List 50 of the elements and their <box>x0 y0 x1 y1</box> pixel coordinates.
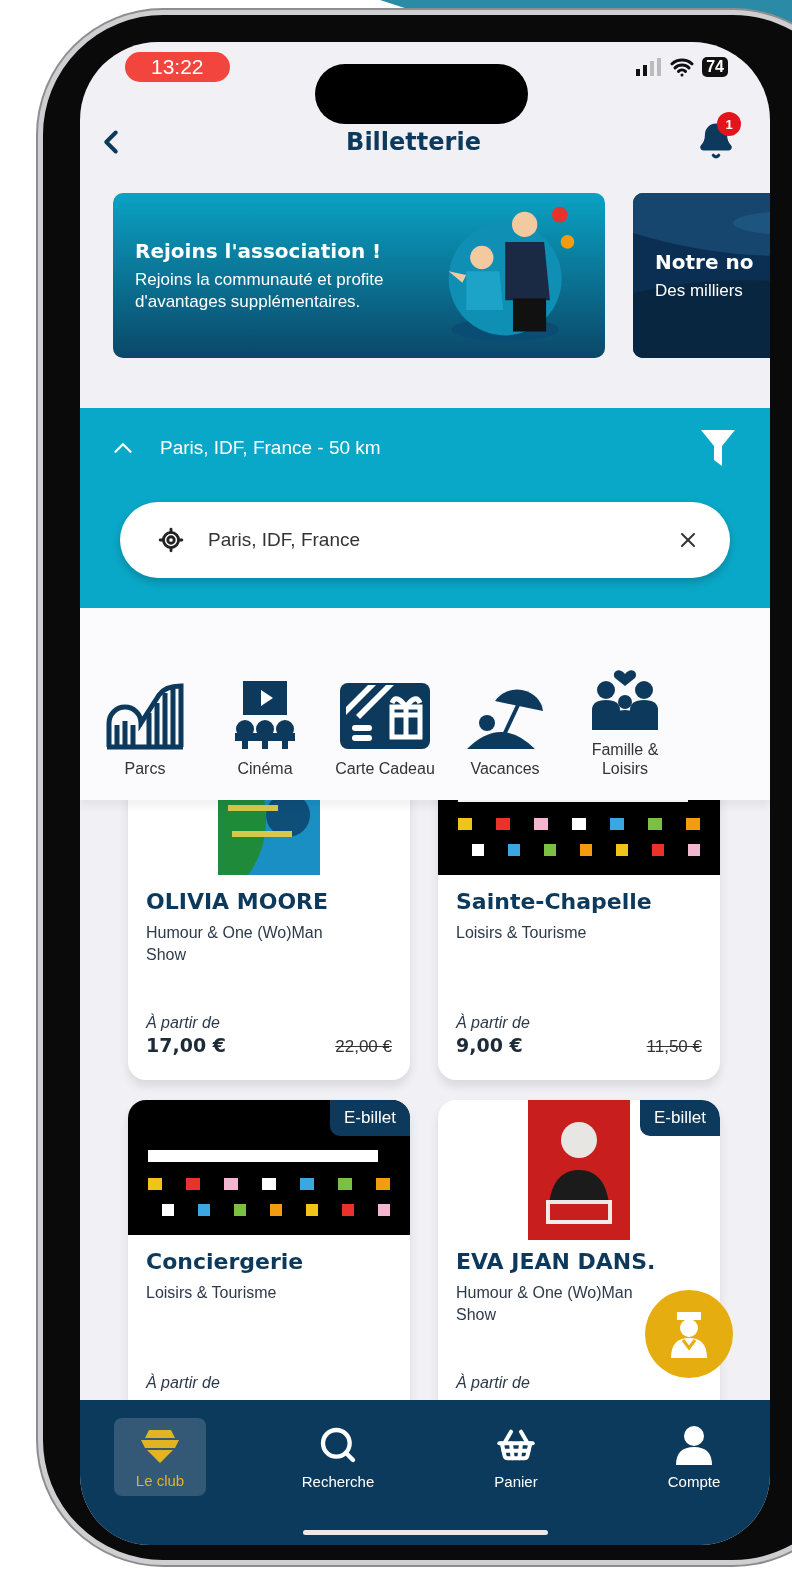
old-price: 11,50 € <box>646 1037 702 1057</box>
price: 9,00 € <box>456 1034 523 1056</box>
category-button[interactable]: Vacances <box>445 681 565 778</box>
user-icon <box>674 1424 714 1465</box>
banner-title: Rejoins l'association ! <box>135 238 383 263</box>
promo-banner[interactable]: Rejoins l'association ! Rejoins la communauté et profite d'avantages supplémentaires. <box>113 193 605 358</box>
ticket-badge: E-billet <box>330 1100 410 1136</box>
nav-tab[interactable]: Compte <box>648 1418 740 1496</box>
banner-text: Rejoins la communauté et profite d'avantages supplémentaires. <box>135 268 385 313</box>
page-title: Billetterie <box>345 128 482 156</box>
location-input[interactable]: Paris, IDF, France <box>206 528 654 552</box>
status-time: 13:22 <box>125 52 230 82</box>
event-category: Loisirs & Tourisme <box>146 1283 278 1303</box>
location-summary: Paris, IDF, France - 50 km <box>160 437 382 459</box>
category-button[interactable]: Carte Cadeau <box>325 681 445 778</box>
event-card[interactable]: Sainte-Chapelle Loisirs & Tourisme À partir de 9,00 € 11,50 € <box>438 800 720 1080</box>
old-price: 22,00 € <box>335 1037 392 1057</box>
gift-card-icon <box>338 681 432 751</box>
event-title: EVA JEAN DANS. <box>456 1249 657 1274</box>
price-label: À partir de <box>146 1374 221 1392</box>
event-category: Loisirs & Tourisme <box>456 923 588 943</box>
nav-tab[interactable]: Panier <box>470 1418 562 1496</box>
event-category: Humour & One (Wo)Man Show <box>146 923 324 965</box>
event-card[interactable]: OLIVIA MOORE Humour & One (Wo)Man Show À partir de 17,00 € 22,00 € <box>128 800 410 1080</box>
event-card[interactable]: E-billet Conciergerie Loisirs & Tourisme À partir de <box>128 1100 410 1400</box>
signal-icon <box>636 58 663 76</box>
price-label: À partir de <box>146 1014 221 1032</box>
category-button[interactable]: Cinéma <box>205 681 325 778</box>
roller-coaster-icon <box>105 681 185 751</box>
banner-text: Des milliers <box>655 279 744 302</box>
category-button[interactable]: Parcs <box>85 681 205 778</box>
promo-banner[interactable]: Notre no Des milliers <box>633 193 770 358</box>
event-card[interactable]: E-billet EVA JEAN DANS. Humour & One (Wo)Man Show À partir de <box>438 1100 720 1400</box>
locate-icon[interactable] <box>158 527 184 553</box>
notification-count: 1 <box>717 112 741 136</box>
event-title: OLIVIA MOORE <box>146 889 330 914</box>
battery-level: 74 <box>702 57 728 77</box>
banner-title: Notre no <box>655 249 754 274</box>
price: 17,00 € <box>146 1034 226 1056</box>
price-label: À partir de <box>456 1014 531 1032</box>
filter-icon[interactable] <box>701 430 735 466</box>
event-category: Humour & One (Wo)Man Show <box>456 1283 634 1325</box>
event-title: Conciergerie <box>146 1249 305 1274</box>
ticket-badge: E-billet <box>640 1100 720 1136</box>
event-title: Sainte-Chapelle <box>456 889 653 914</box>
nav-tab[interactable]: Recherche <box>292 1418 384 1496</box>
price-label: À partir de <box>456 1374 531 1392</box>
category-button[interactable]: Famille & Loisirs <box>565 660 685 778</box>
bell-icon[interactable] <box>697 122 735 160</box>
nav-tab[interactable]: Le club <box>114 1418 206 1496</box>
